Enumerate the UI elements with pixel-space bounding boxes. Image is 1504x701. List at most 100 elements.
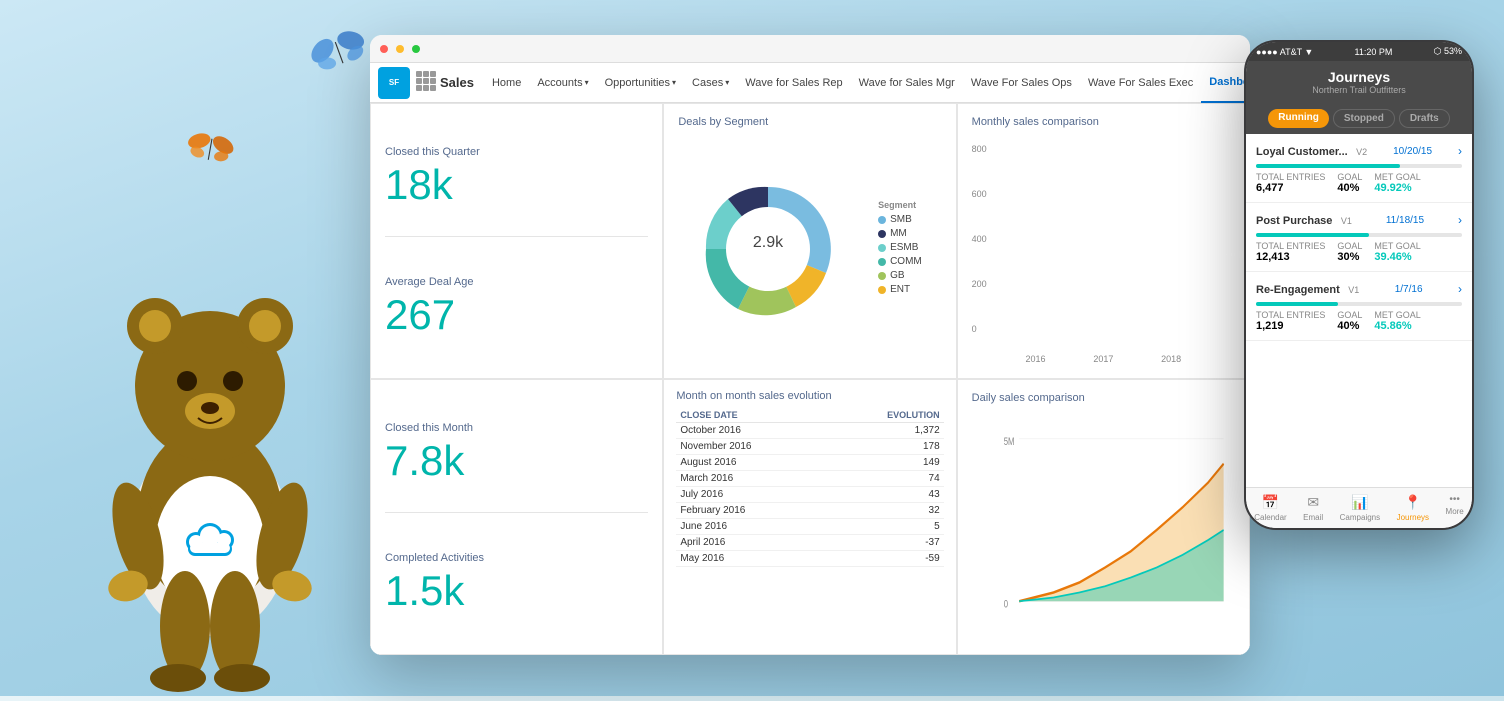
journey-item-reengage[interactable]: Re-Engagement V1 1/7/16 › TOTAL ENTRIES …	[1246, 272, 1472, 341]
bar-chart-area: 8006004002000	[972, 134, 1235, 354]
journey-stats-post: TOTAL ENTRIES 12,413 GOAL 30% MET GOAL 3…	[1256, 241, 1462, 263]
journey-date-post: 11/18/15	[1386, 215, 1424, 226]
journey-name-post: Post Purchase V1	[1256, 211, 1352, 229]
journey-stats-reengage: TOTAL ENTRIES 1,219 GOAL 40% MET GOAL 45…	[1256, 310, 1462, 332]
phone-screen: ●●●● AT&T ▼ 11:20 PM ⬡ 53% Journeys Nort…	[1246, 42, 1472, 528]
avg-deal-age-value: 267	[385, 294, 648, 336]
svg-text:0: 0	[1003, 598, 1007, 611]
phone-nav-calendar[interactable]: 📅 Calendar	[1254, 494, 1286, 522]
journey-header-post: Post Purchase V1 11/18/15 ›	[1256, 211, 1462, 229]
phone-tab-running[interactable]: Running	[1268, 109, 1329, 128]
nav-wave-rep[interactable]: Wave for Sales Rep	[737, 63, 850, 103]
y-axis: 8006004002000	[972, 144, 987, 334]
cell-value: 149	[828, 455, 944, 471]
calendar-icon: 📅	[1262, 494, 1279, 511]
chevron-loyal: ›	[1458, 144, 1462, 158]
card-daily-sales: Daily sales comparison 5M 0	[957, 379, 1250, 655]
nav-home[interactable]: Home	[484, 63, 529, 103]
cell-value: -59	[828, 551, 944, 567]
journey-item-loyal[interactable]: Loyal Customer... V2 10/20/15 › TOTAL EN…	[1246, 134, 1472, 203]
journey-stats-loyal: TOTAL ENTRIES 6,477 GOAL 40% MET GOAL 49…	[1256, 172, 1462, 194]
card-closed-quarter: Closed this Quarter 18k Average Deal Age…	[370, 103, 663, 379]
journey-date-reengage: 1/7/16	[1395, 284, 1423, 295]
metric-avg-deal-age: Average Deal Age 267	[385, 236, 648, 367]
col-evolution: EVOLUTION	[828, 408, 944, 423]
metric-closed-quarter: Closed this Quarter 18k	[385, 116, 648, 236]
nav-opportunities[interactable]: Opportunities▾	[597, 63, 684, 103]
card-closed-month: Closed this Month 7.8k Completed Activit…	[370, 379, 663, 655]
journey-progress-reengage	[1256, 302, 1462, 306]
nav-cases[interactable]: Cases▾	[684, 63, 737, 103]
journey-header-reengage: Re-Engagement V1 1/7/16 ›	[1256, 280, 1462, 298]
stat-goal-post: GOAL 30%	[1337, 241, 1362, 263]
monthly-sales-title: Monthly sales comparison	[972, 116, 1235, 128]
phone-battery: ⬡ 53%	[1434, 46, 1462, 57]
nav-wave-mgr[interactable]: Wave for Sales Mgr	[851, 63, 963, 103]
deals-segment-title: Deals by Segment	[678, 116, 941, 128]
line-chart: 5M 0	[972, 410, 1235, 640]
table-row: October 20161,372	[676, 423, 943, 439]
app-launcher-icon[interactable]	[416, 71, 436, 95]
stat-entries-loyal: TOTAL ENTRIES 6,477	[1256, 172, 1325, 194]
table-row: May 2016-59	[676, 551, 943, 567]
evolution-table: CLOSE DATE EVOLUTION October 20161,372No…	[676, 408, 943, 567]
phone-tab-drafts[interactable]: Drafts	[1399, 109, 1450, 128]
phone-header: Journeys Northern Trail Outfitters	[1246, 61, 1472, 103]
phone-time: 11:20 PM	[1355, 47, 1393, 57]
email-icon: ✉	[1307, 494, 1319, 511]
journeys-icon: 📍	[1404, 494, 1421, 511]
phone-nav-more-label: More	[1446, 507, 1464, 516]
browser-close-dot[interactable]	[380, 45, 388, 53]
phone-nav-journeys[interactable]: 📍 Journeys	[1397, 494, 1429, 522]
nav-items: Home Accounts▾ Opportunities▾ Cases▾ Wav…	[484, 63, 1250, 103]
journey-date-loyal: 10/20/15	[1393, 146, 1432, 157]
nav-wave-ops[interactable]: Wave For Sales Ops	[963, 63, 1080, 103]
line-chart-svg: 5M 0	[1002, 420, 1225, 620]
metric-completed-activities: Completed Activities 1.5k	[385, 512, 648, 643]
legend-mm: MM	[878, 228, 922, 239]
progress-fill-post	[1256, 233, 1369, 237]
chevron-reengage: ›	[1458, 282, 1462, 296]
completed-activities-value: 1.5k	[385, 570, 648, 612]
journey-list: Loyal Customer... V2 10/20/15 › TOTAL EN…	[1246, 134, 1472, 472]
cell-value: 74	[828, 471, 944, 487]
journey-name-loyal: Loyal Customer... V2	[1256, 142, 1367, 160]
legend-comm: COMM	[878, 256, 922, 267]
journey-header-loyal: Loyal Customer... V2 10/20/15 ›	[1256, 142, 1462, 160]
phone-nav-campaigns[interactable]: 📊 Campaigns	[1340, 494, 1380, 522]
bar-chart: 8006004002000 201	[972, 134, 1235, 364]
phone-tabs: Running Stopped Drafts	[1246, 103, 1472, 134]
phone-app-subtitle: Northern Trail Outfitters	[1256, 85, 1462, 95]
legend-smb: SMB	[878, 214, 922, 225]
butterfly-decoration-mid	[182, 126, 238, 174]
journey-item-post[interactable]: Post Purchase V1 11/18/15 › TOTAL ENTRIE…	[1246, 203, 1472, 272]
browser-window: SF Sales Home Accounts▾ Opportunities▾ C…	[370, 35, 1250, 655]
donut-svg: 2.9k	[698, 179, 838, 319]
stat-met-post: MET GOAL 39.46%	[1374, 241, 1420, 263]
phone-tab-stopped[interactable]: Stopped	[1333, 109, 1395, 128]
avg-deal-age-title: Average Deal Age	[385, 276, 648, 288]
legend-header: Segment	[878, 200, 922, 210]
campaigns-icon: 📊	[1351, 494, 1368, 511]
legend-ent: ENT	[878, 284, 922, 295]
browser-maximize-dot[interactable]	[412, 45, 420, 53]
phone-nav-more[interactable]: ••• More	[1446, 494, 1464, 522]
browser-minimize-dot[interactable]	[396, 45, 404, 53]
stat-entries-reengage: TOTAL ENTRIES 1,219	[1256, 310, 1325, 332]
more-icon: •••	[1449, 494, 1460, 505]
nav-wave-exec[interactable]: Wave For Sales Exec	[1080, 63, 1201, 103]
cell-date: March 2016	[676, 471, 828, 487]
card-deals-segment: Deals by Segment	[663, 103, 956, 379]
cell-value: 5	[828, 519, 944, 535]
cell-value: 178	[828, 439, 944, 455]
journey-progress-post	[1256, 233, 1462, 237]
journey-progress-loyal	[1256, 164, 1462, 168]
app-name: Sales	[440, 75, 474, 90]
closed-quarter-value: 18k	[385, 164, 648, 206]
phone-nav-email[interactable]: ✉ Email	[1303, 494, 1323, 522]
nav-dashboards[interactable]: Dashboards▾	[1201, 63, 1250, 103]
stat-met-reengage: MET GOAL 45.86%	[1374, 310, 1420, 332]
nav-accounts[interactable]: Accounts▾	[529, 63, 596, 103]
phone-carrier: ●●●● AT&T ▼	[1256, 47, 1313, 57]
cell-date: June 2016	[676, 519, 828, 535]
